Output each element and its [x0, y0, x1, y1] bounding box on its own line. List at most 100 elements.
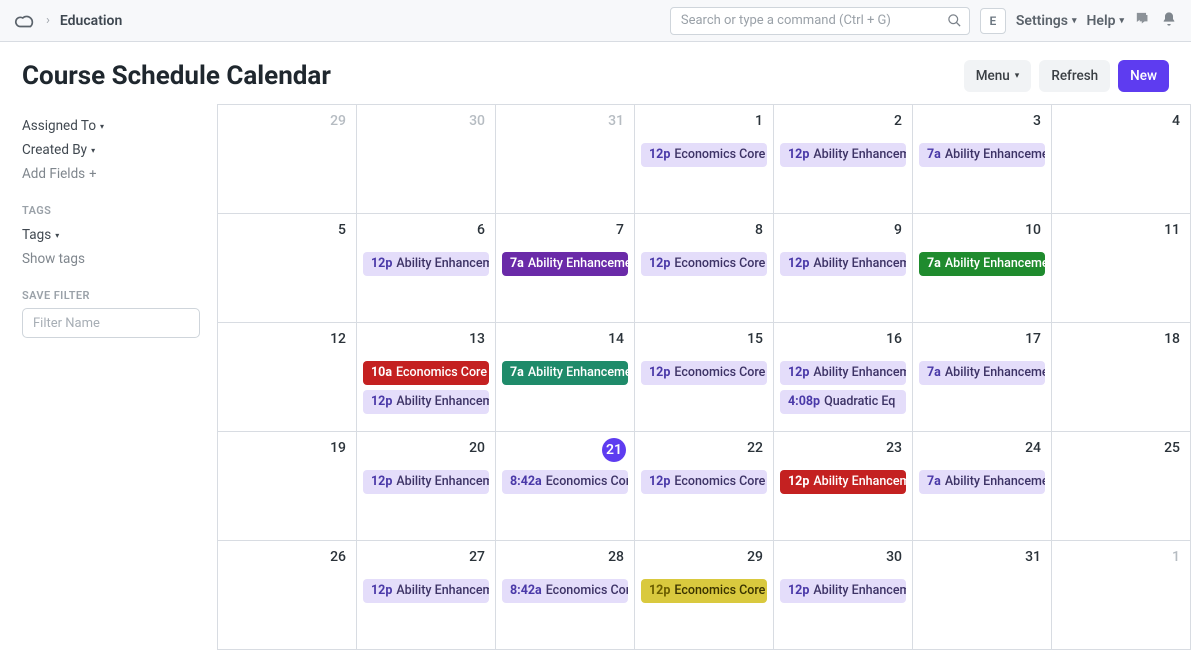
calendar-event[interactable]: 10aEconomics Core [363, 361, 489, 385]
calendar-cell[interactable]: 11 [1052, 214, 1191, 323]
filter-tags[interactable]: Tags▾ [22, 223, 195, 247]
show-tags[interactable]: Show tags [22, 247, 195, 271]
calendar-cell[interactable]: 1612pAbility Enhancement4:08pQuadratic E… [774, 323, 913, 432]
day-number: 14 [608, 331, 624, 347]
calendar-event[interactable]: 12pAbility Enhancement [780, 579, 906, 603]
calendar-cell[interactable]: 612pAbility Enhancement [357, 214, 496, 323]
calendar-cell[interactable]: 77aAbility Enhancement [496, 214, 635, 323]
calendar-event[interactable]: 12pEconomics Core [641, 361, 767, 385]
calendar-event[interactable]: 4:08pQuadratic Eq [780, 390, 906, 414]
logo-icon[interactable] [14, 12, 36, 30]
calendar-cell[interactable]: 30 [357, 105, 496, 214]
filter-label: Created By [22, 142, 87, 158]
help-menu[interactable]: Help▾ [1087, 13, 1125, 29]
event-time: 12p [371, 390, 392, 414]
calendar-cell[interactable]: 1512pEconomics Core [635, 323, 774, 432]
search-input[interactable] [670, 7, 970, 35]
bell-icon[interactable] [1161, 11, 1177, 31]
calendar-event[interactable]: 12pAbility Enhancement [780, 252, 906, 276]
calendar-cell[interactable]: 2312pAbility Enhancement [774, 432, 913, 541]
calendar-cell[interactable]: 12 [218, 323, 357, 432]
calendar-event[interactable]: 7aAbility Enhancement [502, 252, 628, 276]
caret-down-icon: ▾ [1015, 71, 1020, 81]
calendar-cell[interactable]: 247aAbility Enhancement [913, 432, 1052, 541]
calendar-event[interactable]: 12pAbility Enhancement [363, 390, 489, 414]
day-number: 2 [894, 113, 902, 129]
search-icon[interactable] [947, 13, 962, 32]
event-time: 12p [371, 252, 392, 276]
calendar-cell[interactable]: 31 [496, 105, 635, 214]
new-button[interactable]: New [1118, 60, 1169, 92]
calendar-cell[interactable]: 5 [218, 214, 357, 323]
settings-menu[interactable]: Settings▾ [1016, 13, 1077, 29]
calendar-row: 5 612pAbility Enhancement77aAbility Enhan… [218, 214, 1191, 323]
calendar-event[interactable]: 7aAbility Enhancement [919, 252, 1045, 276]
calendar-event[interactable]: 12pEconomics Core [641, 143, 767, 167]
event-list: 12pEconomics Core [641, 252, 767, 276]
calendar-event[interactable]: 8:42aEconomics Core [502, 579, 628, 603]
calendar-event[interactable]: 12pAbility Enhancement [780, 470, 906, 494]
calendar-cell[interactable]: 912pAbility Enhancement [774, 214, 913, 323]
calendar-cell[interactable]: 218:42aEconomics Core [496, 432, 635, 541]
day-number: 26 [330, 549, 346, 565]
day-number: 31 [608, 113, 624, 129]
day-number: 28 [608, 549, 624, 565]
calendar-cell[interactable]: 3012pAbility Enhancement [774, 541, 913, 650]
calendar-event[interactable]: 7aAbility Enhancement [919, 361, 1045, 385]
day-number: 5 [338, 222, 346, 238]
calendar-event[interactable]: 12pAbility Enhancement [363, 579, 489, 603]
calendar-cell[interactable]: 1310aEconomics Core12pAbility Enhancemen… [357, 323, 496, 432]
calendar-event[interactable]: 12pAbility Enhancement [780, 143, 906, 167]
calendar-cell[interactable]: 10 7aAbility Enhancement [913, 214, 1052, 323]
filter-name-input[interactable] [22, 308, 200, 338]
calendar-event[interactable]: 12pAbility Enhancement [780, 361, 906, 385]
filter-created-by[interactable]: Created By▾ [22, 138, 195, 162]
calendar-event[interactable]: 8:42aEconomics Core [502, 470, 628, 494]
calendar-cell[interactable]: 14 7aAbility Enhancement [496, 323, 635, 432]
calendar-event[interactable]: 7aAbility Enhancement [919, 470, 1045, 494]
add-fields[interactable]: Add Fields+ [22, 162, 195, 186]
calendar-cell[interactable]: 26 [218, 541, 357, 650]
event-title: Economics Core [674, 252, 765, 276]
calendar-cell[interactable]: 37aAbility Enhancement [913, 105, 1052, 214]
calendar-event[interactable]: 7aAbility Enhancement [502, 361, 628, 385]
calendar-cell[interactable]: 19 [218, 432, 357, 541]
calendar-event[interactable]: 12pAbility Enhancement [363, 252, 489, 276]
calendar-cell[interactable]: 2912pEconomics Core [635, 541, 774, 650]
calendar-cell[interactable]: 25 [1052, 432, 1191, 541]
event-title: Ability Enhancement [396, 579, 489, 603]
calendar-cell[interactable]: 2712pAbility Enhancement [357, 541, 496, 650]
calendar-cell[interactable]: 18 [1052, 323, 1191, 432]
filter-assigned-to[interactable]: Assigned To▾ [22, 114, 195, 138]
event-time: 7a [510, 361, 524, 385]
chat-icon[interactable] [1134, 10, 1151, 31]
sidebar-heading-tags: TAGS [22, 204, 195, 217]
calendar-cell[interactable]: 29 [218, 105, 357, 214]
calendar-event[interactable]: 12pEconomics Core [641, 252, 767, 276]
event-title: Ability Enhancement [528, 361, 628, 385]
breadcrumb[interactable]: Education [60, 13, 122, 29]
refresh-button[interactable]: Refresh [1039, 60, 1110, 92]
event-time: 12p [788, 470, 809, 494]
user-avatar[interactable]: E [980, 8, 1006, 34]
calendar-cell[interactable]: 177aAbility Enhancement [913, 323, 1052, 432]
calendar-cell[interactable]: 2012pAbility Enhancement [357, 432, 496, 541]
calendar-event[interactable]: 7aAbility Enhancement [919, 143, 1045, 167]
calendar-cell[interactable]: 812pEconomics Core [635, 214, 774, 323]
calendar-cell[interactable]: 28 8:42aEconomics Core [496, 541, 635, 650]
day-number: 22 [747, 440, 763, 456]
calendar-cell[interactable]: 112pEconomics Core [635, 105, 774, 214]
calendar-cell[interactable]: 4 [1052, 105, 1191, 214]
calendar-cell[interactable]: 22 12pEconomics Core [635, 432, 774, 541]
day-number: 29 [330, 113, 346, 129]
calendar-event[interactable]: 12pEconomics Core [641, 470, 767, 494]
calendar-cell[interactable]: 2 12pAbility Enhancement [774, 105, 913, 214]
calendar-cell[interactable]: 31 [913, 541, 1052, 650]
calendar-event[interactable]: 12pAbility Enhancement [363, 470, 489, 494]
day-number: 10 [1025, 222, 1041, 238]
sidebar: Assigned To▾ Created By▾ Add Fields+ TAG… [0, 104, 217, 348]
event-time: 12p [649, 361, 670, 385]
menu-button[interactable]: Menu▾ [964, 60, 1032, 92]
calendar-cell[interactable]: 1 [1052, 541, 1191, 650]
calendar-event[interactable]: 12pEconomics Core [641, 579, 767, 603]
